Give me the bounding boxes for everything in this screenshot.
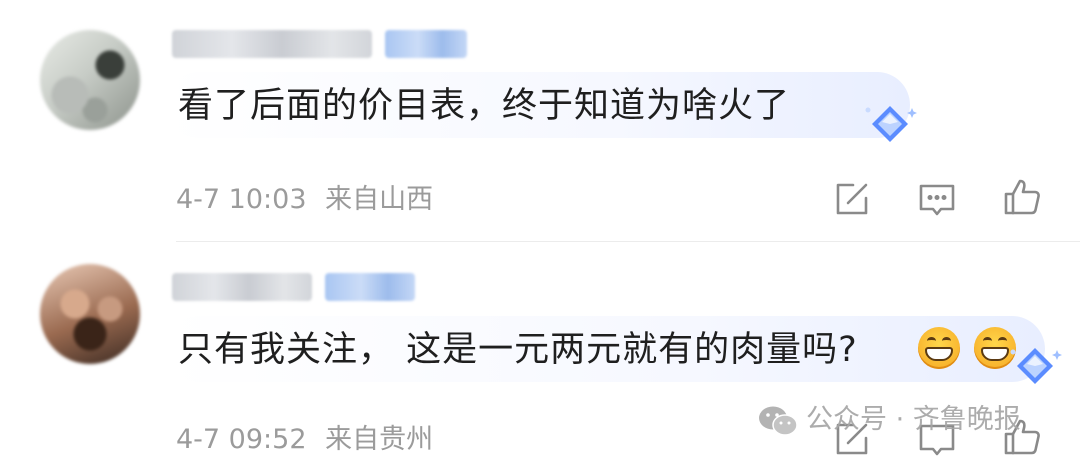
comment-text: 只有我关注， 这是一元两元就有的肉量吗? [178, 330, 858, 370]
comment-location: 来自贵州 [325, 424, 434, 455]
comment-time: 4-7 10:03 [176, 184, 307, 215]
avatar[interactable] [40, 264, 140, 364]
reply-icon[interactable] [917, 179, 957, 219]
comment-text: 看了后面的价目表，终于知道为啥火了 [178, 86, 791, 126]
user-badge-blurred [385, 30, 467, 58]
wechat-icon [759, 406, 798, 436]
username-blurred[interactable] [172, 273, 312, 301]
comment-meta: 4-7 10:03 来自山西 [176, 182, 433, 218]
comment-time: 4-7 09:52 [176, 424, 307, 455]
user-badge-blurred [325, 273, 415, 301]
diamond-icon [865, 106, 917, 142]
comment-meta: 4-7 09:52 来自贵州 [176, 422, 433, 458]
diamond-icon [1010, 348, 1062, 384]
comment-item: 看了后面的价目表，终于知道为啥火了 4-7 10:03 来自山西 [0, 0, 1080, 242]
username-blurred[interactable] [172, 30, 372, 58]
watermark-text: 公众号 · 齐鲁晚报 [806, 404, 1021, 435]
avatar[interactable] [40, 30, 140, 130]
like-icon[interactable] [1002, 177, 1042, 217]
grin-emoji [918, 327, 960, 369]
share-icon[interactable] [832, 179, 872, 219]
comment-location: 来自山西 [325, 184, 434, 215]
